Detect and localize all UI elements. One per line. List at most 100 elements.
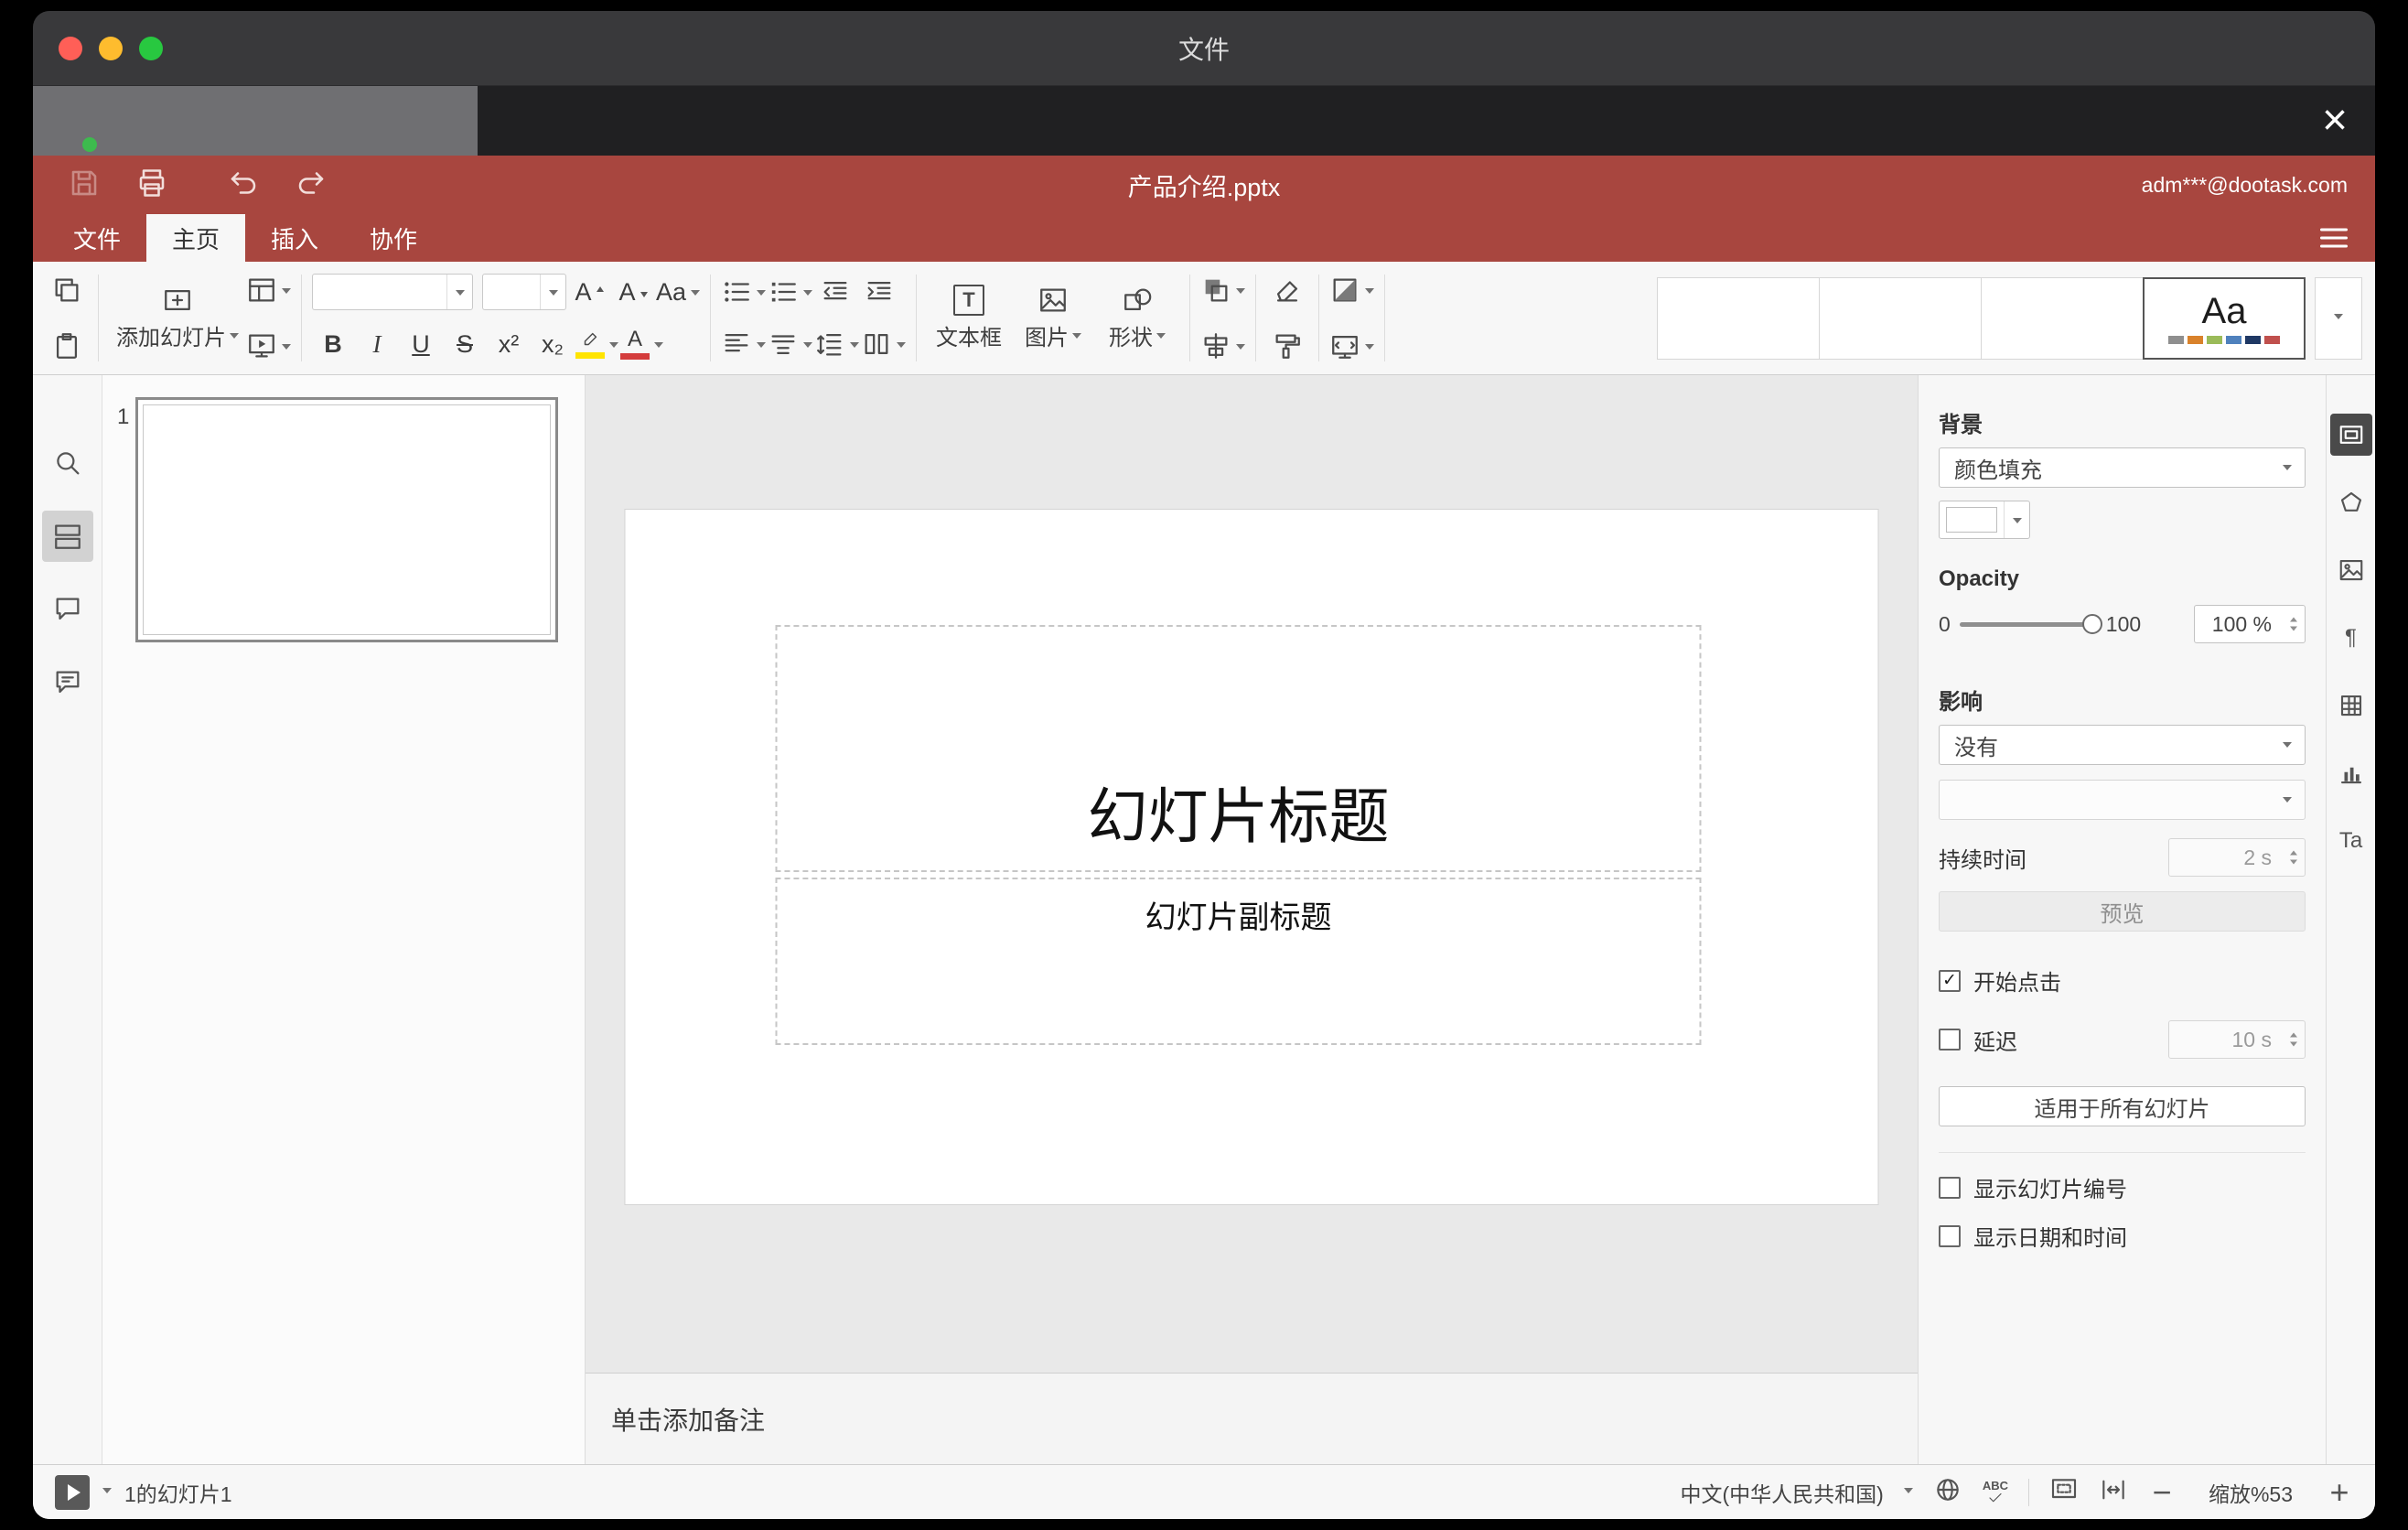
highlight-color-icon[interactable] [575, 321, 618, 367]
zoom-out-icon[interactable]: − [2148, 1475, 2176, 1509]
opacity-slider[interactable] [1959, 614, 2102, 634]
language-caret-icon[interactable] [1903, 1488, 1913, 1498]
align-shapes-icon[interactable] [1200, 323, 1246, 369]
bullet-list-icon[interactable] [721, 269, 767, 315]
preview-button[interactable]: 预览 [1939, 891, 2306, 932]
numbered-list-icon[interactable] [768, 269, 813, 315]
duration-input[interactable]: 2 s [2168, 838, 2306, 877]
horizontal-align-icon[interactable] [721, 321, 767, 367]
start-slideshow-status-icon[interactable] [55, 1474, 90, 1510]
copy-icon[interactable] [46, 267, 88, 313]
slide-counter: 1的幻灯片1 [124, 1482, 232, 1506]
increase-font-icon[interactable]: A [568, 269, 610, 315]
start-slideshow-icon[interactable] [246, 323, 291, 369]
duration-label: 持续时间 [1939, 847, 2026, 873]
menu-icon[interactable] [2320, 228, 2348, 248]
theme-option[interactable] [1981, 276, 2144, 360]
subtitle-placeholder[interactable]: 幻灯片副标题 [775, 878, 1702, 1045]
columns-icon[interactable] [861, 321, 907, 367]
vertical-align-icon[interactable] [768, 321, 813, 367]
fit-slide-icon[interactable] [2049, 1475, 2079, 1509]
opacity-label: Opacity [1939, 566, 2020, 591]
paragraph-settings-icon[interactable]: ¶ [2330, 617, 2372, 659]
divider [98, 275, 99, 361]
tab-file[interactable]: 文件 [48, 214, 146, 262]
comments-icon[interactable] [33, 573, 102, 646]
underline-icon[interactable]: U [400, 321, 442, 367]
decrease-font-icon[interactable]: A [612, 269, 654, 315]
theme-option[interactable] [1819, 276, 1982, 360]
background-color-picker[interactable] [1939, 501, 2030, 539]
app-strip: × [33, 86, 2375, 156]
notes-area[interactable]: 单击添加备注 [586, 1373, 1918, 1464]
notes-placeholder: 单击添加备注 [611, 1406, 766, 1435]
effect-type-select[interactable] [1939, 780, 2306, 820]
save-icon[interactable] [68, 167, 101, 204]
subscript-icon[interactable]: x₂ [532, 321, 574, 367]
arrange-group [1197, 267, 1249, 369]
apply-to-all-button[interactable]: 适用于所有幻灯片 [1939, 1086, 2306, 1126]
font-color-icon[interactable]: A [620, 321, 663, 367]
italic-icon[interactable]: I [356, 321, 398, 367]
macos-window: 文件 × 产品介绍.pptx adm***@dootask.com 文件 主页 … [33, 11, 2375, 1519]
change-layout-icon[interactable] [246, 267, 291, 313]
slide[interactable]: 幻灯片标题 幻灯片副标题 [624, 509, 1879, 1205]
bold-icon[interactable]: B [312, 321, 354, 367]
fit-width-icon[interactable] [2099, 1475, 2128, 1509]
theme-gallery-expand-icon[interactable] [2315, 276, 2362, 360]
tab-insert[interactable]: 插入 [245, 214, 344, 262]
opacity-input[interactable]: 100 % [2194, 605, 2306, 643]
change-case-icon[interactable]: Aa [656, 269, 701, 315]
presentation-editor: 产品介绍.pptx adm***@dootask.com 文件 主页 插入 协作 [33, 156, 2375, 1519]
copy-style-icon[interactable] [1266, 323, 1308, 369]
slides-panel-icon[interactable] [33, 500, 102, 573]
image-settings-icon[interactable] [2330, 549, 2372, 591]
chart-settings-icon[interactable] [2330, 752, 2372, 794]
strikethrough-icon[interactable]: S [444, 321, 486, 367]
tab-collaboration[interactable]: 协作 [344, 214, 443, 262]
line-spacing-icon[interactable] [814, 321, 860, 367]
shape-settings-icon[interactable] [2330, 481, 2372, 523]
set-language-icon[interactable] [1933, 1475, 1962, 1509]
font-size-select[interactable] [482, 274, 566, 310]
tab-home[interactable]: 主页 [146, 214, 246, 262]
title-placeholder[interactable]: 幻灯片标题 [775, 625, 1702, 872]
theme-option[interactable] [1657, 276, 1820, 360]
add-slide-button[interactable]: 添加幻灯片 [109, 267, 246, 369]
delay-input[interactable]: 10 s [2168, 1020, 2306, 1059]
slideshow-options-caret-icon[interactable] [102, 1488, 112, 1498]
arrange-shapes-icon[interactable] [1200, 267, 1246, 313]
theme-option-selected[interactable]: Aa [2143, 276, 2306, 360]
close-icon[interactable]: × [2322, 99, 2348, 143]
insert-image-button[interactable]: 图片 [1011, 267, 1095, 369]
print-icon[interactable] [135, 167, 168, 204]
effect-select[interactable]: 没有 [1939, 725, 2306, 765]
opacity-slider-knob[interactable] [2081, 614, 2102, 634]
show-slide-number-checkbox[interactable] [1939, 1176, 1961, 1199]
search-icon[interactable] [33, 426, 102, 500]
superscript-icon[interactable]: x² [488, 321, 530, 367]
undo-icon[interactable] [227, 167, 260, 204]
delay-checkbox[interactable] [1939, 1029, 1961, 1051]
chat-icon[interactable] [33, 646, 102, 719]
background-fill-select[interactable]: 颜色填充 [1939, 447, 2306, 488]
text-box-button[interactable]: T 文本框 [927, 267, 1011, 369]
zoom-in-icon[interactable]: + [2326, 1475, 2353, 1509]
clear-style-icon[interactable] [1266, 267, 1308, 313]
slide-thumbnail[interactable] [135, 397, 558, 642]
font-name-select[interactable] [312, 274, 473, 310]
increase-indent-icon[interactable] [858, 269, 900, 315]
language-selector[interactable]: 中文(中华人民共和国) [1681, 1477, 1884, 1508]
redo-icon[interactable] [295, 167, 328, 204]
table-settings-icon[interactable] [2330, 684, 2372, 727]
textart-settings-icon[interactable]: Ta [2330, 820, 2372, 862]
insert-shape-button[interactable]: 形状 [1095, 267, 1179, 369]
slide-settings-icon[interactable] [2329, 414, 2372, 456]
paste-icon[interactable] [46, 323, 88, 369]
show-date-time-checkbox[interactable] [1939, 1224, 1961, 1247]
start-on-click-checkbox[interactable]: ✓ [1939, 969, 1961, 992]
decrease-indent-icon[interactable] [814, 269, 856, 315]
spellcheck-icon[interactable]: ABC [1983, 1480, 2008, 1504]
color-scheme-icon[interactable] [1329, 267, 1375, 313]
slide-size-icon[interactable] [1329, 323, 1375, 369]
